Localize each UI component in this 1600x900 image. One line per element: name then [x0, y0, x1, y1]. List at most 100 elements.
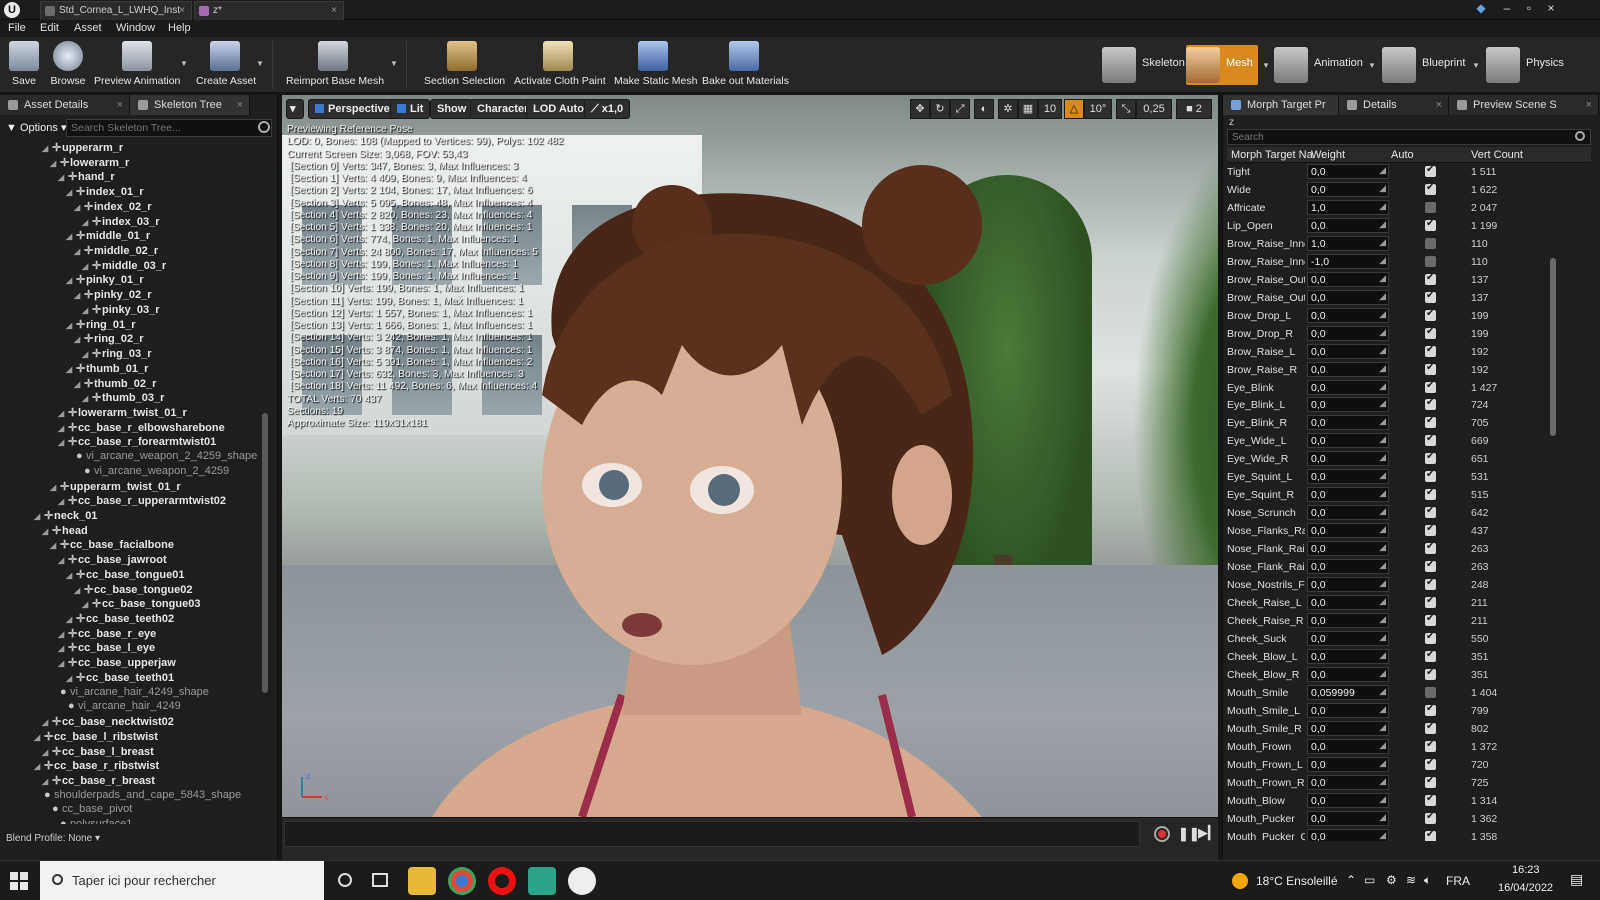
- weight-input[interactable]: 0,0 ◢: [1307, 289, 1389, 305]
- save-button[interactable]: Save: [6, 39, 42, 91]
- table-row[interactable]: Eye_Squint_R 0,0 ◢ 515: [1227, 486, 1587, 504]
- tree-scrollbar[interactable]: [262, 413, 268, 693]
- expand-arrow-icon[interactable]: ◢: [58, 630, 68, 639]
- tray-settings-icon[interactable]: ⚙: [1386, 873, 1397, 887]
- auto-checkbox[interactable]: [1425, 415, 1436, 429]
- spinner-icon[interactable]: ◢: [1379, 381, 1386, 392]
- weight-input[interactable]: 1,0 ◢: [1307, 199, 1389, 215]
- maximize-button[interactable]: ▫: [1518, 0, 1540, 18]
- expand-arrow-icon[interactable]: ◢: [42, 718, 52, 727]
- timeline-scrub-track[interactable]: [284, 821, 1140, 847]
- tree-item[interactable]: ◢ ✛pinky_03_r: [82, 303, 159, 318]
- expand-arrow-icon[interactable]: ◢: [74, 335, 84, 344]
- auto-checkbox[interactable]: [1425, 380, 1436, 393]
- weight-input[interactable]: 0,0 ◢: [1307, 325, 1389, 341]
- weight-input[interactable]: 0,0 ◢: [1307, 307, 1389, 323]
- table-row[interactable]: Eye_Squint_L 0,0 ◢ 531: [1227, 468, 1587, 486]
- auto-checkbox[interactable]: [1425, 290, 1436, 303]
- auto-checkbox[interactable]: [1425, 649, 1436, 662]
- section-selection-button[interactable]: Section Selection: [424, 39, 505, 91]
- expand-arrow-icon[interactable]: ◢: [82, 306, 92, 315]
- tree-item[interactable]: ◢ ✛cc_base_necktwist02: [42, 715, 174, 730]
- weight-input[interactable]: 0,0 ◢: [1307, 451, 1389, 467]
- table-row[interactable]: Tight 0,0 ◢ 1 511: [1227, 163, 1587, 181]
- spinner-icon[interactable]: ◢: [1379, 165, 1386, 176]
- tree-item[interactable]: ◢ ✛cc_base_l_breast: [42, 745, 154, 760]
- chrome-icon[interactable]: [448, 867, 476, 895]
- tree-item[interactable]: ● vi_arcane_weapon_2_4259: [74, 465, 229, 480]
- tree-item[interactable]: ◢ ✛cc_base_r_breast: [42, 774, 155, 789]
- tree-item[interactable]: ●polysurface1: [50, 818, 132, 824]
- auto-checkbox[interactable]: [1425, 775, 1436, 788]
- weight-input[interactable]: -1,0 ◢: [1307, 253, 1389, 269]
- surface-snap-icon[interactable]: ✲: [998, 99, 1018, 119]
- expand-arrow-icon[interactable]: ◢: [42, 777, 52, 786]
- weight-input[interactable]: 0,0 ◢: [1307, 577, 1389, 593]
- expand-arrow-icon[interactable]: ◢: [82, 218, 92, 227]
- file-explorer-icon[interactable]: [408, 867, 436, 895]
- spinner-icon[interactable]: ◢: [1379, 560, 1386, 571]
- tree-item[interactable]: ◢ ✛cc_base_tongue02: [74, 583, 192, 598]
- scale-tool-icon[interactable]: ⤢: [950, 99, 970, 119]
- expand-arrow-icon[interactable]: ◢: [66, 365, 76, 374]
- tab-morph-target-preview[interactable]: Morph Target Pr: [1223, 95, 1339, 115]
- table-row[interactable]: Brow_Raise_L 0,0 ◢ 192: [1227, 343, 1587, 361]
- expand-arrow-icon[interactable]: ◢: [50, 541, 60, 550]
- expand-arrow-icon[interactable]: ◢: [58, 556, 68, 565]
- expand-arrow-icon[interactable]: ◢: [82, 262, 92, 271]
- expand-arrow-icon[interactable]: ◢: [74, 247, 84, 256]
- tree-item[interactable]: ◢ ✛pinky_01_r: [66, 273, 143, 288]
- column-vert-count[interactable]: Vert Count: [1471, 149, 1523, 161]
- table-row[interactable]: Lip_Open 0,0 ◢ 1 199: [1227, 217, 1587, 235]
- source-control-icon[interactable]: ◆: [1470, 0, 1492, 18]
- auto-checkbox[interactable]: [1425, 451, 1436, 465]
- expand-arrow-icon[interactable]: ◢: [58, 424, 68, 433]
- close-icon[interactable]: ×: [237, 95, 243, 115]
- preview-viewport[interactable]: ▾ Perspective Lit Show Character LOD Aut…: [282, 95, 1218, 817]
- world-local-icon[interactable]: ◐: [974, 99, 994, 119]
- spinner-icon[interactable]: ◢: [1379, 524, 1386, 535]
- close-icon[interactable]: ×: [1586, 95, 1592, 115]
- tray-volume-icon[interactable]: 🔈︎: [1424, 873, 1431, 888]
- grid-size-value[interactable]: 10: [1038, 99, 1062, 119]
- table-row[interactable]: Cheek_Raise_L 0,0 ◢ 211: [1227, 594, 1587, 612]
- chevron-down-icon[interactable]: ▼: [1368, 61, 1376, 70]
- weight-input[interactable]: 0,0 ◢: [1307, 541, 1389, 557]
- chevron-down-icon[interactable]: ▼: [256, 59, 264, 68]
- spinner-icon[interactable]: ◢: [1379, 614, 1386, 625]
- spinner-icon[interactable]: ◢: [1379, 686, 1386, 697]
- tab-preview-scene[interactable]: Preview Scene S ×: [1449, 95, 1599, 115]
- windows-start-icon[interactable]: [10, 872, 28, 890]
- rotation-snap-value[interactable]: 10°: [1084, 99, 1112, 119]
- auto-checkbox[interactable]: [1425, 201, 1436, 213]
- expand-arrow-icon[interactable]: ◢: [66, 276, 76, 285]
- chevron-down-icon[interactable]: ▼: [390, 59, 398, 68]
- tree-item[interactable]: ◢ ✛cc_base_facialbone: [50, 538, 174, 553]
- morph-scrollbar[interactable]: [1550, 258, 1556, 436]
- tree-item[interactable]: ◢ ✛lowerarm_r: [50, 156, 129, 171]
- tree-item[interactable]: ● vi_arcane_hair_4249: [58, 700, 181, 715]
- camera-speed-button[interactable]: ■ 2: [1176, 99, 1212, 119]
- spinner-icon[interactable]: ◢: [1379, 434, 1386, 445]
- spinner-icon[interactable]: ◢: [1379, 237, 1386, 248]
- auto-checkbox[interactable]: [1425, 829, 1436, 841]
- auto-checkbox[interactable]: [1425, 505, 1436, 519]
- translate-tool-icon[interactable]: ✥: [910, 99, 930, 119]
- table-row[interactable]: Mouth_Blow 0,0 ◢ 1 314: [1227, 792, 1587, 810]
- weight-input[interactable]: 0,0 ◢: [1307, 217, 1389, 233]
- tree-item[interactable]: ◢ ✛cc_base_tongue01: [66, 568, 184, 583]
- spinner-icon[interactable]: ◢: [1379, 722, 1386, 733]
- spinner-icon[interactable]: ◢: [1379, 776, 1386, 787]
- language-indicator[interactable]: FRA: [1446, 874, 1470, 888]
- table-row[interactable]: Cheek_Blow_R 0,0 ◢ 351: [1227, 666, 1587, 684]
- tree-item[interactable]: ◢ ✛thumb_03_r: [82, 391, 164, 406]
- expand-arrow-icon[interactable]: ◢: [66, 321, 76, 330]
- spinner-icon[interactable]: ◢: [1379, 668, 1386, 679]
- weight-input[interactable]: 0,059999 ◢: [1307, 684, 1389, 700]
- expand-arrow-icon[interactable]: ◢: [82, 600, 92, 609]
- expand-arrow-icon[interactable]: ◢: [58, 644, 68, 653]
- spinner-icon[interactable]: ◢: [1379, 452, 1386, 463]
- expand-arrow-icon[interactable]: ◢: [42, 144, 52, 153]
- tree-item[interactable]: ◢ ✛neck_01: [34, 509, 97, 524]
- expand-arrow-icon[interactable]: ◢: [66, 571, 76, 580]
